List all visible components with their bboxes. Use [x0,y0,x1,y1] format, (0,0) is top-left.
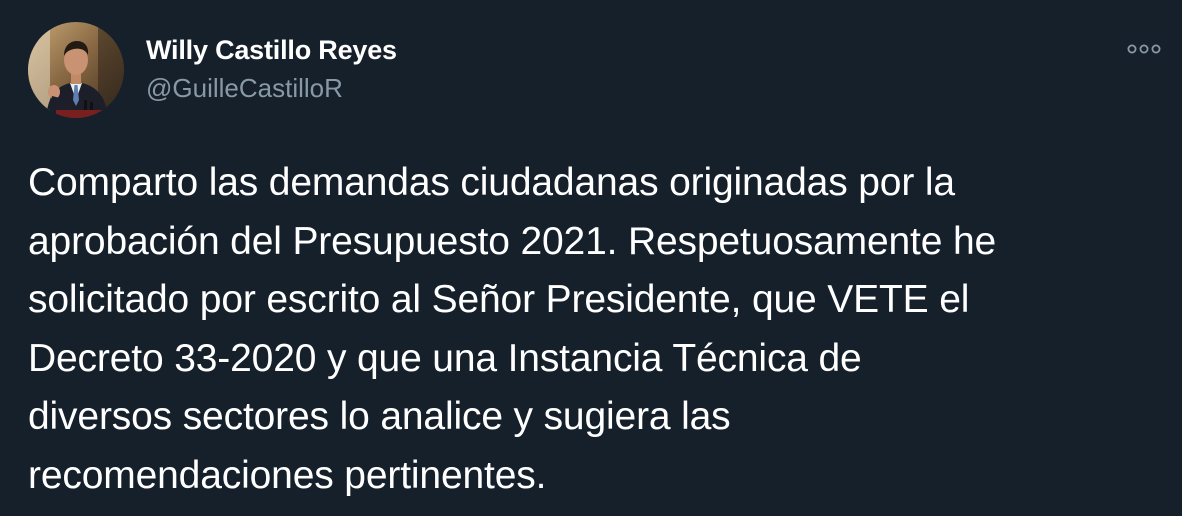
avatar-photo-icon [28,22,124,118]
author-display-name[interactable]: Willy Castillo Reyes [146,35,397,66]
author-handle[interactable]: @GuilleCastilloR [146,73,343,104]
tweet-text: Comparto las demandas ciudadanas origina… [28,161,997,497]
more-options-icon [1127,44,1161,54]
more-options-button[interactable] [1122,36,1166,62]
tweet-card: Willy Castillo Reyes @GuilleCastilloR Co… [0,0,1182,516]
author-avatar[interactable] [28,22,124,118]
